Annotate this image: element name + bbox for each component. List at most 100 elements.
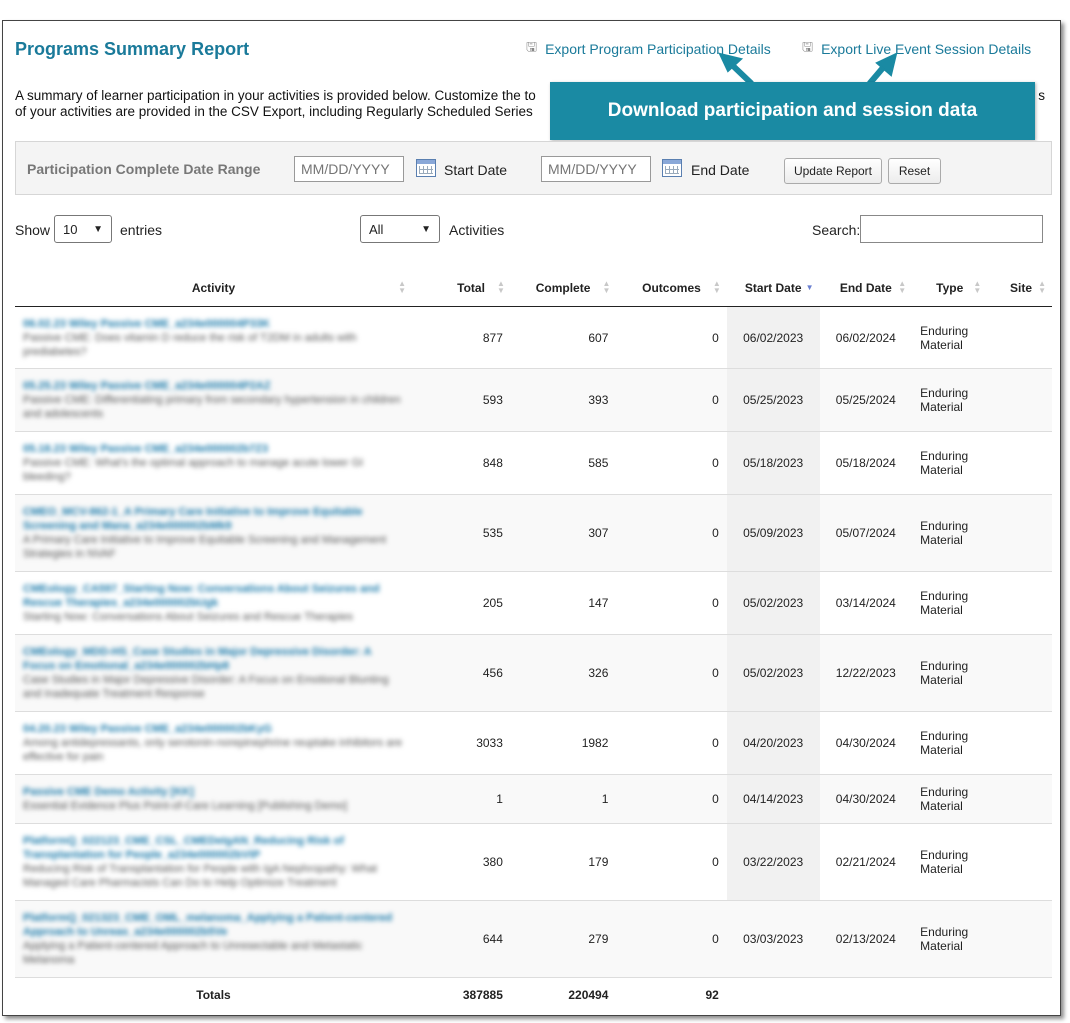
activity-name[interactable]: 06.02.23 Wiley Passive CME_a234e000004P3… (23, 317, 404, 331)
column-header-complete[interactable]: Complete ▲ ▼ (510, 270, 617, 307)
calendar-icon[interactable] (416, 159, 436, 177)
table-row[interactable]: 04.20.23 Wiley Passive CME_a234e000002bK… (15, 711, 1052, 775)
end-date-cell: 02/13/2024 (819, 900, 913, 978)
activity-name[interactable]: Passive CME Demo Activity [KK] (23, 785, 404, 799)
table-row[interactable]: 05.18.23 Wiley Passive CME_a234e000002b7… (15, 431, 1052, 495)
column-header-site[interactable]: Site ▲ ▼ (987, 270, 1052, 307)
sort-icon: ▲ ▼ (973, 279, 982, 295)
totals-complete: 220494 (510, 977, 617, 1012)
activity-cell[interactable]: CMEology_MDD-HS_Case Studies in Major De… (15, 634, 413, 712)
site-cell (987, 571, 1052, 635)
table-row[interactable]: CMEology_CA597_Starting Now: Conversatio… (15, 571, 1052, 635)
activity-name[interactable]: CMEology_MDD-HS_Case Studies in Major De… (23, 645, 404, 673)
activity-name[interactable]: PlatformQ_021323_CME_OML_melanoma_Applyi… (23, 911, 404, 939)
complete-cell: 607 (510, 306, 617, 369)
column-header-outcomes[interactable]: Outcomes ▲ ▼ (616, 270, 727, 307)
table-row[interactable]: PlatformQ_021323_CME_OML_melanoma_Applyi… (15, 900, 1052, 978)
type-line-2: Material (920, 337, 963, 352)
total-cell: 1 (412, 774, 511, 824)
activity-name[interactable]: PlatformQ_022123_CME_CSL_CMEDeIgAN_Reduc… (23, 834, 404, 862)
type-line-2: Material (920, 799, 963, 813)
outcomes-cell: 0 (616, 431, 727, 495)
start-date-cell: 05/18/2023 (726, 431, 820, 495)
calendar-icon[interactable] (662, 159, 682, 177)
column-header-end-date[interactable]: End Date ▲ ▼ (819, 270, 913, 307)
activity-cell[interactable]: PlatformQ_021323_CME_OML_melanoma_Applyi… (15, 900, 413, 978)
update-report-button[interactable]: Update Report (784, 158, 882, 184)
activity-name[interactable]: 04.20.23 Wiley Passive CME_a234e000002bK… (23, 722, 404, 736)
entries-select[interactable]: 10 ▼ (54, 215, 112, 243)
site-cell (987, 494, 1052, 572)
export-participation-link[interactable]: 🖫 Export Program Participation Details (526, 38, 771, 60)
column-header-total[interactable]: Total ▲ ▼ (412, 270, 511, 307)
type-line-1: Enduring (920, 589, 969, 603)
sort-icon: ▲ ▼ (496, 279, 505, 295)
end-date-cell: 05/07/2024 (819, 494, 913, 572)
activities-label: Activities (449, 222, 505, 238)
start-date-input[interactable] (294, 156, 404, 182)
type-cell: Enduring Material (912, 368, 988, 432)
activity-cell[interactable]: Passive CME Demo Activity [KK] Essential … (15, 774, 413, 824)
end-date-cell: 12/22/2023 (819, 634, 913, 712)
type-line-1: Enduring (920, 449, 969, 463)
totals-total: 387885 (412, 977, 511, 1012)
complete-cell: 1982 (510, 711, 617, 775)
type-cell: Enduring Material (912, 711, 988, 775)
type-cell: Enduring Material (912, 306, 988, 369)
end-date-input[interactable] (541, 156, 651, 182)
end-date-cell: 04/30/2024 (819, 774, 913, 824)
type-cell: Enduring Material (912, 634, 988, 712)
chevron-down-icon: ▼ (421, 223, 431, 235)
table-row[interactable]: CMEology_MDD-HS_Case Studies in Major De… (15, 634, 1052, 712)
type-line-2: Material (920, 862, 963, 876)
activity-description: Starting Now: Conversations About Seizur… (23, 611, 353, 623)
column-header-start-date[interactable]: Start Date ▼ (726, 270, 820, 307)
reset-button[interactable]: Reset (888, 158, 941, 184)
complete-cell: 307 (510, 494, 617, 572)
activity-cell[interactable]: CMEology_CA597_Starting Now: Conversatio… (15, 571, 413, 635)
totals-empty-cell (987, 977, 1052, 1012)
report-panel: Programs Summary Report 🖫 Export Program… (2, 20, 1061, 1016)
activity-cell[interactable]: 06.02.23 Wiley Passive CME_a234e000004P3… (15, 306, 413, 369)
activity-cell[interactable]: CMEO_MCV-862-1_A Primary Care Initiative… (15, 494, 413, 572)
type-cell: Enduring Material (912, 494, 988, 572)
column-header-type[interactable]: Type ▲ ▼ (912, 270, 988, 307)
activity-cell[interactable]: PlatformQ_022123_CME_CSL_CMEDeIgAN_Reduc… (15, 823, 413, 901)
table-row[interactable]: CMEO_MCV-862-1_A Primary Care Initiative… (15, 494, 1052, 572)
end-date-cell: 06/02/2024 (819, 306, 913, 369)
table-row[interactable]: 06.02.23 Wiley Passive CME_a234e000004P3… (15, 306, 1052, 369)
type-line-1: Enduring (920, 848, 969, 862)
end-date-label: End Date (691, 162, 750, 178)
type-line-1: Enduring (920, 659, 969, 673)
start-date-cell: 05/09/2023 (726, 494, 820, 572)
download-icon: 🖫 (526, 39, 538, 54)
type-cell: Enduring Material (912, 900, 988, 978)
totals-empty-cell (726, 977, 820, 1012)
activity-name[interactable]: CMEO_MCV-862-1_A Primary Care Initiative… (23, 505, 404, 533)
type-cell: Enduring Material (912, 571, 988, 635)
activity-name[interactable]: 05.18.23 Wiley Passive CME_a234e000002b7… (23, 442, 404, 456)
search-input[interactable] (860, 215, 1043, 243)
activity-cell[interactable]: 05.18.23 Wiley Passive CME_a234e000002b7… (15, 431, 413, 495)
site-cell (987, 900, 1052, 978)
activities-select[interactable]: All ▼ (360, 215, 440, 243)
description-line-1-tail: s (1038, 88, 1045, 103)
column-header-activity[interactable]: Activity ▲ ▼ (15, 270, 413, 307)
outcomes-cell: 0 (616, 774, 727, 824)
table-row[interactable]: Passive CME Demo Activity [KK] Essential … (15, 774, 1052, 824)
table-row[interactable]: 05.25.23 Wiley Passive CME_a234e000004P2… (15, 368, 1052, 432)
complete-cell: 279 (510, 900, 617, 978)
activity-cell[interactable]: 04.20.23 Wiley Passive CME_a234e000002bK… (15, 711, 413, 775)
export-live-event-link[interactable]: 🖫 Export Live Event Session Details (802, 38, 1031, 60)
activity-name[interactable]: CMEology_CA597_Starting Now: Conversatio… (23, 582, 404, 610)
download-icon: 🖫 (802, 39, 814, 54)
type-cell: Enduring Material (912, 774, 988, 824)
activity-name[interactable]: 05.25.23 Wiley Passive CME_a234e000004P2… (23, 379, 404, 393)
site-cell (987, 306, 1052, 369)
table-row[interactable]: PlatformQ_022123_CME_CSL_CMEDeIgAN_Reduc… (15, 823, 1052, 901)
total-cell: 877 (412, 306, 511, 369)
sort-icon: ▲ ▼ (1038, 279, 1046, 295)
activity-cell[interactable]: 05.25.23 Wiley Passive CME_a234e000004P2… (15, 368, 413, 432)
activity-description: Passive CME: Does vitamin D reduce the r… (23, 331, 357, 358)
start-date-cell: 05/02/2023 (726, 571, 820, 635)
